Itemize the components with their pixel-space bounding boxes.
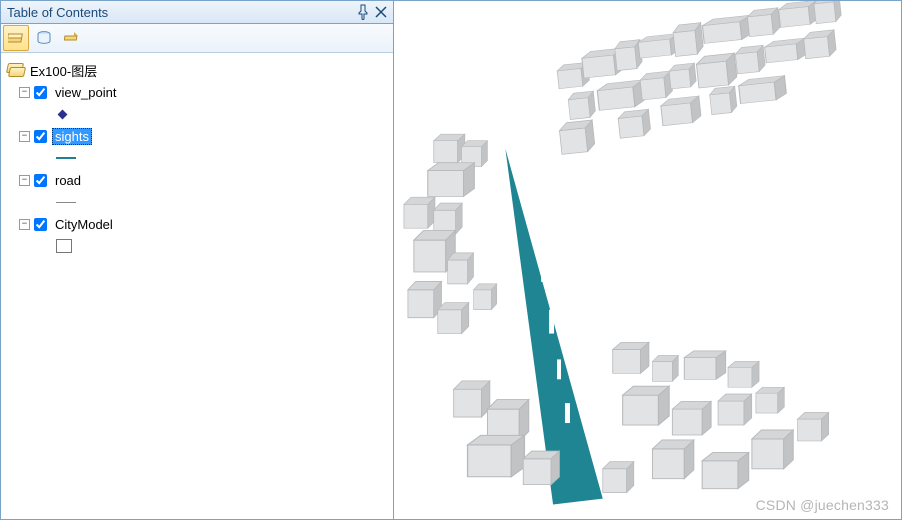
toc-toolbar xyxy=(1,24,393,53)
pin-icon[interactable] xyxy=(355,4,371,20)
list-by-selection-button[interactable] xyxy=(59,25,85,51)
layer-checkbox[interactable] xyxy=(34,86,47,99)
polygon-symbol-icon xyxy=(56,239,72,253)
app-window: Table of Contents Ex100-图层 xyxy=(0,0,902,520)
group-row[interactable]: Ex100-图层 xyxy=(5,59,389,81)
layer-label[interactable]: sights xyxy=(52,128,92,145)
layer-checkbox[interactable] xyxy=(34,174,47,187)
layer-label[interactable]: view_point xyxy=(52,84,119,101)
point-symbol-icon xyxy=(58,109,68,119)
collapse-icon[interactable]: − xyxy=(19,219,30,230)
collapse-icon[interactable]: − xyxy=(19,175,30,186)
toc-header: Table of Contents xyxy=(1,1,393,24)
layer-tree[interactable]: Ex100-图层 − view_point − sights xyxy=(1,53,393,519)
collapse-icon[interactable]: − xyxy=(19,87,30,98)
group-label[interactable]: Ex100-图层 xyxy=(27,60,100,81)
list-by-drawing-order-button[interactable] xyxy=(3,25,29,51)
toc-panel: Table of Contents Ex100-图层 xyxy=(1,1,394,519)
symbol-row xyxy=(5,147,389,169)
layer-checkbox[interactable] xyxy=(34,218,47,231)
layer-label[interactable]: CityModel xyxy=(52,216,116,233)
close-icon[interactable] xyxy=(373,4,389,20)
layer-row[interactable]: − view_point xyxy=(5,81,389,103)
symbol-row xyxy=(5,103,389,125)
layer-row[interactable]: − road xyxy=(5,169,389,191)
list-by-source-button[interactable] xyxy=(31,25,57,51)
line-symbol-icon xyxy=(56,157,76,159)
layer-label[interactable]: road xyxy=(52,172,84,189)
layer-row[interactable]: − sights xyxy=(5,125,389,147)
line-symbol-icon xyxy=(56,202,76,203)
map-view[interactable]: CSDN @juechen333 xyxy=(394,1,901,519)
layer-row[interactable]: − CityModel xyxy=(5,213,389,235)
toc-title: Table of Contents xyxy=(5,5,353,20)
layer-checkbox[interactable] xyxy=(34,130,47,143)
group-layers-icon xyxy=(7,63,23,77)
symbol-row xyxy=(5,235,389,257)
scene-3d xyxy=(394,1,901,519)
collapse-icon[interactable]: − xyxy=(19,131,30,142)
symbol-row xyxy=(5,191,389,213)
